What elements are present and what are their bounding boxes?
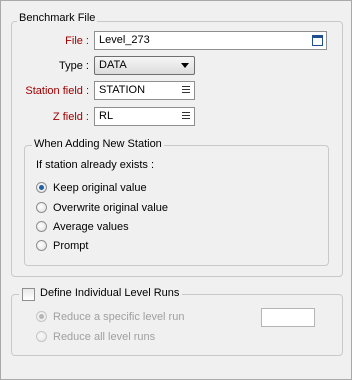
new-station-title: When Adding New Station	[32, 138, 164, 150]
radio-button[interactable]	[36, 240, 47, 251]
radio-button[interactable]	[36, 182, 47, 193]
file-input[interactable]: Level_273	[94, 31, 327, 50]
dialog-frame: Benchmark File File : Level_273 Type : D…	[0, 0, 352, 380]
radio-label: Prompt	[53, 240, 89, 252]
z-field-label: Z field :	[52, 111, 89, 123]
type-select[interactable]: DATA	[94, 56, 195, 75]
radio-label: Reduce all level runs	[53, 331, 156, 343]
level-runs-header[interactable]: Define Individual Level Runs	[19, 287, 183, 301]
z-field-value: RL	[99, 110, 114, 122]
define-level-runs-checkbox[interactable]	[22, 288, 35, 301]
station-field-label: Station field :	[25, 85, 89, 97]
radio-button[interactable]	[36, 221, 47, 232]
existing-station-prompt: If station already exists :	[36, 159, 154, 171]
level-run-input[interactable]	[261, 308, 315, 327]
type-value: DATA	[99, 59, 127, 71]
z-field-input[interactable]: RL	[94, 107, 195, 126]
radio-label: Overwrite original value	[53, 202, 168, 214]
file-label: File :	[65, 35, 89, 47]
field-list-icon[interactable]	[182, 112, 190, 121]
radio-button[interactable]	[36, 331, 47, 342]
file-browse-icon[interactable]	[312, 35, 323, 46]
station-field-input[interactable]: STATION	[94, 81, 195, 100]
file-value: Level_273	[99, 34, 150, 46]
benchmark-file-title: Benchmark File	[17, 12, 98, 24]
station-field-value: STATION	[99, 84, 146, 96]
radio-button[interactable]	[36, 202, 47, 213]
radio-label: Keep original value	[53, 182, 147, 194]
dropdown-arrow-icon	[181, 63, 189, 68]
radio-label: Reduce a specific level run	[53, 311, 185, 323]
radio-button[interactable]	[36, 311, 47, 322]
type-label: Type :	[59, 60, 89, 72]
field-list-icon[interactable]	[182, 86, 190, 95]
radio-label: Average values	[53, 221, 129, 233]
define-level-runs-label: Define Individual Level Runs	[40, 287, 180, 299]
